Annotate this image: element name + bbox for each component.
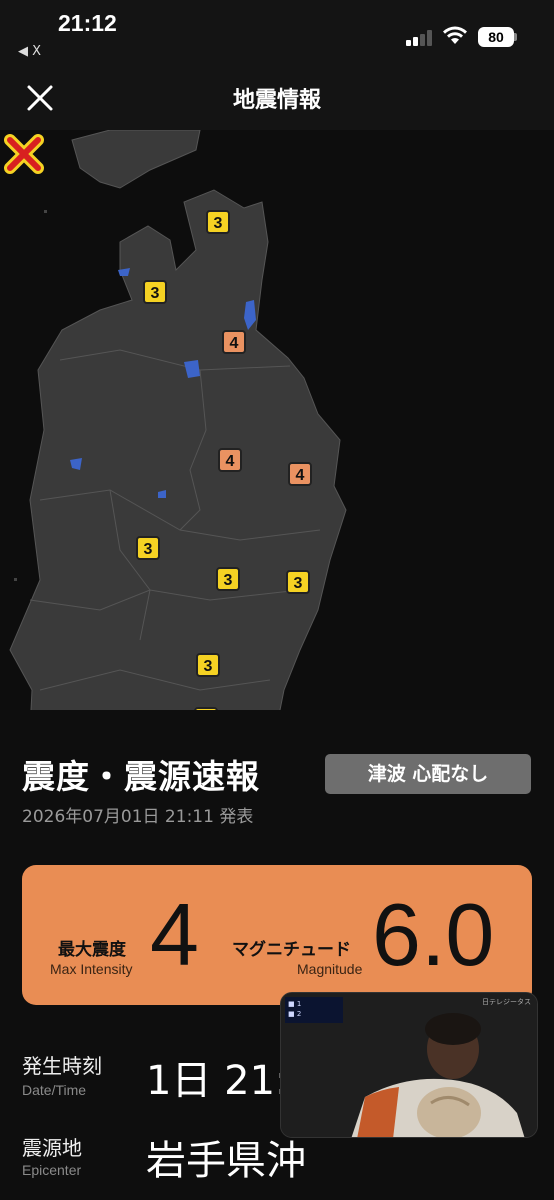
- intensity-marker[interactable]: 3: [143, 280, 167, 304]
- pip-video-player[interactable]: ■ 1 ■ 2 日テレジータス: [280, 992, 538, 1138]
- intensity-marker[interactable]: 3: [216, 567, 240, 591]
- intensity-marker[interactable]: 4: [222, 330, 246, 354]
- battery-tip: [514, 33, 517, 41]
- magnitude-label: マグニチュード: [232, 940, 351, 960]
- earthquake-map[interactable]: 3 3 4 4 4 3 3 3 3 3: [0, 130, 554, 730]
- epicenter-label: 震源地: [22, 1136, 82, 1160]
- max-intensity-label: 最大震度: [58, 940, 126, 960]
- status-time: 21:12: [58, 10, 117, 36]
- datetime-value: 1日 21:: [146, 1058, 289, 1104]
- tsunami-status-badge: 津波 心配なし: [325, 754, 531, 794]
- max-intensity-sublabel: Max Intensity: [50, 961, 133, 977]
- intensity-marker[interactable]: 3: [196, 653, 220, 677]
- intensity-marker[interactable]: 3: [136, 536, 160, 560]
- epicenter-x-icon[interactable]: [0, 130, 48, 178]
- pip-channel-label: 日テレジータス: [482, 998, 531, 1006]
- report-title: 震度・震源速報: [22, 757, 260, 796]
- page-title: 地震情報: [232, 88, 321, 113]
- intensity-marker[interactable]: 4: [288, 462, 312, 486]
- back-to-app-link[interactable]: ◀ X: [18, 44, 41, 59]
- intensity-marker[interactable]: 4: [218, 448, 242, 472]
- intensity-marker[interactable]: 3: [206, 210, 230, 234]
- intensity-marker[interactable]: 3: [286, 570, 310, 594]
- status-bar: 21:12 ◀ X 80: [0, 0, 554, 68]
- wifi-icon: [443, 26, 467, 44]
- summary-card: 最大震度 Max Intensity 4 マグニチュード Magnitude 6…: [22, 865, 532, 1005]
- epicenter-value: 岩手県沖: [146, 1138, 306, 1184]
- magnitude-sublabel: Magnitude: [297, 961, 363, 977]
- app-header: 地震情報: [0, 68, 554, 130]
- pip-scoreboard: ■ 1 ■ 2: [285, 997, 343, 1023]
- map-land-svg: [9, 130, 347, 730]
- magnitude-value: 6.0: [372, 885, 495, 984]
- battery-icon: 80: [478, 27, 514, 47]
- cellular-signal-icon: [406, 30, 434, 46]
- issued-timestamp: 2026年07月01日 21:11 発表: [22, 807, 254, 827]
- datetime-sublabel: Date/Time: [22, 1082, 87, 1098]
- epicenter-sublabel: Epicenter: [22, 1162, 82, 1178]
- datetime-label: 発生時刻: [22, 1054, 102, 1078]
- max-intensity-value: 4: [150, 885, 199, 984]
